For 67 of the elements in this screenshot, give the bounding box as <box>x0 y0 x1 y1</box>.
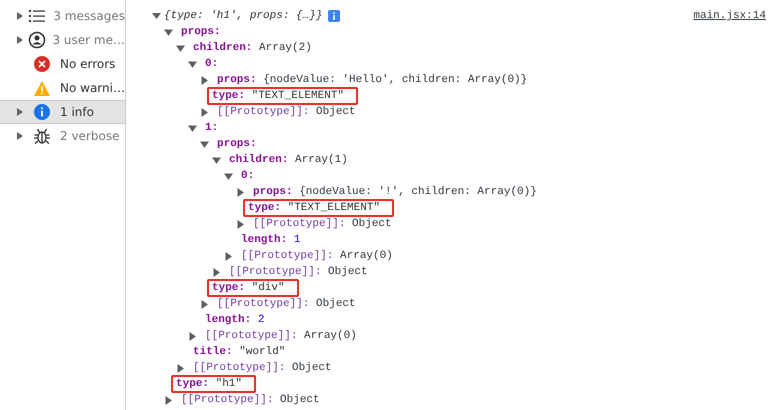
property-entry: type: "TEXT_ELEMENT" <box>243 199 394 217</box>
sidebar-item-label: 1 info <box>60 105 94 119</box>
source-link[interactable]: main.jsx:14 <box>693 10 766 22</box>
error-icon <box>33 55 51 73</box>
property-entry: type: "div" <box>207 279 299 297</box>
expand-arrow-icon[interactable] <box>236 220 245 228</box>
property-entry: props: {nodeValue: '!', children: Array(0)} <box>252 185 538 200</box>
info-icon <box>328 10 340 22</box>
expand-arrow-icon[interactable] <box>200 140 209 148</box>
expand-arrow-icon[interactable] <box>16 131 24 141</box>
expand-arrow-icon[interactable] <box>200 300 209 308</box>
property-entry: children: Array(2) <box>192 41 313 56</box>
property-entry: length: 2 <box>204 313 266 328</box>
expand-arrow-icon[interactable] <box>224 172 233 180</box>
property-entry: type: "h1" <box>171 375 256 393</box>
expand-arrow-icon[interactable] <box>188 332 197 340</box>
property-entry: 0: <box>240 169 256 184</box>
sidebar-item-label: No warni… <box>60 81 125 95</box>
sidebar-item[interactable]: No errors <box>0 52 125 76</box>
expand-arrow-icon[interactable] <box>188 124 197 132</box>
bug-icon <box>33 127 51 145</box>
sidebar-item[interactable]: 1 info <box>0 100 125 124</box>
expand-arrow-icon[interactable] <box>212 156 221 164</box>
expand-arrow-icon[interactable] <box>164 28 173 36</box>
user-icon <box>28 31 46 49</box>
expand-arrow-icon[interactable] <box>188 60 197 68</box>
sidebar-item[interactable]: 3 user me… <box>0 28 125 52</box>
sidebar-item-label: 2 verbose <box>60 129 120 143</box>
property-entry: [[Prototype]]: Object <box>228 265 369 280</box>
property-entry: [[Prototype]]: Object <box>192 361 333 376</box>
sidebar-item-label: 3 messages <box>53 9 125 23</box>
expand-arrow-icon[interactable] <box>16 107 24 117</box>
expand-arrow-icon[interactable] <box>176 44 185 52</box>
property-entry: [[Prototype]]: Array(0) <box>240 249 394 264</box>
expand-arrow-icon[interactable] <box>16 11 24 21</box>
expand-arrow-icon[interactable] <box>200 108 209 116</box>
expand-arrow-icon[interactable] <box>236 188 245 196</box>
sidebar-item-label: No errors <box>60 57 116 71</box>
property-entry: props: {nodeValue: 'Hello', children: Array(0)} <box>216 73 528 88</box>
property-entry: title: "world" <box>192 345 286 360</box>
property-entry: 0: <box>204 57 220 72</box>
property-entry: [[Prototype]]: Object <box>180 393 321 408</box>
property-entry: props: <box>216 137 258 152</box>
property-entry: [[Prototype]]: Array(0) <box>204 329 358 344</box>
property-entry: [[Prototype]]: Object <box>216 105 357 120</box>
property-entry: [[Prototype]]: Object <box>252 217 393 232</box>
list-icon <box>28 8 46 24</box>
property-entry: children: Array(1) <box>228 153 349 168</box>
warning-icon <box>33 80 51 96</box>
sidebar-item-label: 3 user me… <box>52 33 125 47</box>
expand-arrow-icon[interactable] <box>152 12 161 20</box>
expand-arrow-icon[interactable] <box>16 35 24 45</box>
expand-arrow-icon[interactable] <box>212 268 221 276</box>
expand-arrow-icon[interactable] <box>176 364 185 372</box>
property-entry: props: <box>180 25 222 40</box>
sidebar-item[interactable]: 3 messages <box>0 4 125 28</box>
property-entry: length: 1 <box>240 233 302 248</box>
expand-arrow-icon[interactable] <box>164 396 173 404</box>
property-entry: 1: <box>204 121 220 136</box>
object-preview[interactable]: {type: 'h1', props: {…}} <box>164 10 322 22</box>
sidebar-item[interactable]: No warni… <box>0 76 125 100</box>
property-entry: type: "TEXT_ELEMENT" <box>207 87 358 105</box>
sidebar-item[interactable]: 2 verbose <box>0 124 125 148</box>
expand-arrow-icon[interactable] <box>200 76 209 84</box>
property-entry: [[Prototype]]: Object <box>216 297 357 312</box>
expand-arrow-icon[interactable] <box>224 252 233 260</box>
info-icon <box>33 103 51 121</box>
